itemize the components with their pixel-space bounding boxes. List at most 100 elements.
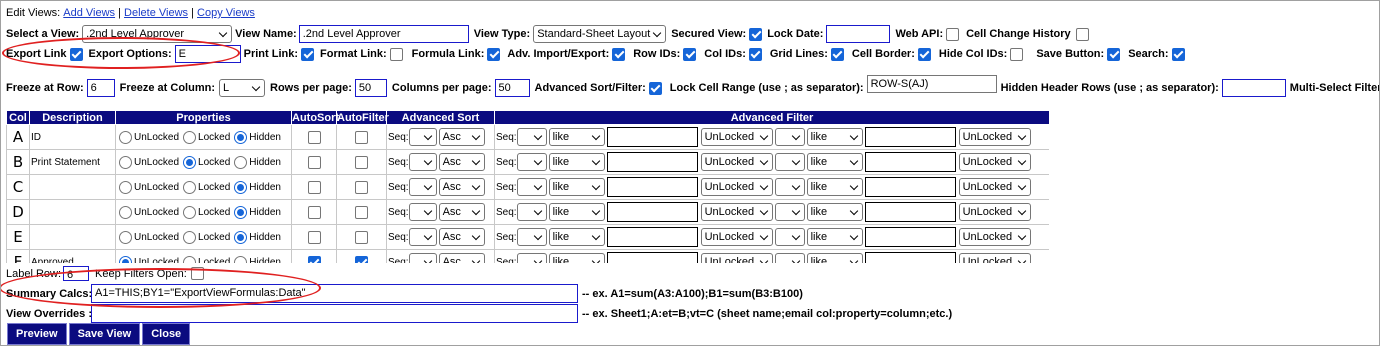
cell-border-checkbox[interactable] bbox=[917, 47, 931, 61]
sort-direction-dropdown[interactable]: Asc bbox=[438, 153, 485, 171]
hidden-header-rows-input[interactable] bbox=[1221, 79, 1286, 97]
select-view-dropdown[interactable]: .2nd Level Approver bbox=[82, 25, 233, 43]
autofilter-checkbox[interactable] bbox=[355, 255, 368, 263]
radio-hidden[interactable] bbox=[234, 130, 248, 144]
rows-per-page-input[interactable]: 50 bbox=[354, 79, 387, 97]
cell-change-history-checkbox[interactable] bbox=[1075, 27, 1089, 41]
radio-locked[interactable] bbox=[183, 180, 197, 194]
filter-lock-dropdown-2[interactable]: UnLocked bbox=[958, 228, 1031, 246]
save-button-checkbox[interactable] bbox=[1107, 47, 1121, 61]
keep-filters-checkbox[interactable] bbox=[190, 267, 204, 280]
filter-value-input-1[interactable] bbox=[606, 152, 698, 172]
freeze-row-input[interactable]: 6 bbox=[86, 79, 115, 97]
autosort-checkbox[interactable] bbox=[307, 255, 321, 263]
filter-operator-dropdown-1[interactable]: like bbox=[548, 228, 605, 246]
add-views-link[interactable]: Add Views bbox=[63, 7, 115, 19]
filter-lock-dropdown-2[interactable]: UnLocked bbox=[958, 153, 1031, 171]
radio-unlocked[interactable] bbox=[119, 255, 132, 263]
filter-seq-dropdown-1[interactable] bbox=[516, 253, 547, 263]
col-ids-checkbox[interactable] bbox=[748, 47, 762, 61]
filter-value-input-2[interactable] bbox=[864, 177, 956, 197]
autosort-checkbox[interactable] bbox=[307, 230, 321, 244]
filter-lock-dropdown-2[interactable]: UnLocked bbox=[958, 203, 1031, 221]
sort-seq-dropdown[interactable] bbox=[408, 253, 437, 263]
sort-seq-dropdown[interactable] bbox=[408, 128, 437, 146]
secured-view-checkbox[interactable] bbox=[749, 27, 763, 41]
radio-locked[interactable] bbox=[183, 155, 197, 169]
sort-seq-dropdown[interactable] bbox=[408, 203, 437, 221]
radio-unlocked[interactable] bbox=[119, 130, 132, 144]
radio-unlocked[interactable] bbox=[119, 180, 132, 194]
sort-direction-dropdown[interactable]: Asc bbox=[438, 253, 485, 263]
autofilter-checkbox[interactable] bbox=[355, 130, 368, 144]
filter-lock-dropdown-1[interactable]: UnLocked bbox=[700, 153, 773, 171]
label-row-input[interactable]: 6 bbox=[63, 266, 90, 281]
filter-seq-dropdown-1[interactable] bbox=[516, 228, 547, 246]
save-view-button[interactable]: Save View bbox=[68, 323, 141, 345]
radio-locked[interactable] bbox=[183, 255, 197, 263]
filter-value-input-1[interactable] bbox=[606, 177, 698, 197]
autofilter-checkbox[interactable] bbox=[355, 230, 368, 244]
filter-lock-dropdown-1[interactable]: UnLocked bbox=[700, 128, 773, 146]
formula-link-checkbox[interactable] bbox=[487, 47, 501, 61]
autofilter-checkbox[interactable] bbox=[355, 205, 368, 219]
filter-seq-dropdown-1[interactable] bbox=[516, 178, 547, 196]
filter-seq-dropdown-2[interactable] bbox=[774, 203, 805, 221]
filter-operator-dropdown-1[interactable]: like bbox=[548, 153, 605, 171]
radio-hidden[interactable] bbox=[234, 205, 248, 219]
filter-operator-dropdown-2[interactable]: like bbox=[806, 128, 863, 146]
filter-seq-dropdown-1[interactable] bbox=[516, 128, 547, 146]
copy-views-link[interactable]: Copy Views bbox=[197, 7, 255, 19]
filter-lock-dropdown-1[interactable]: UnLocked bbox=[700, 253, 773, 263]
filter-seq-dropdown-2[interactable] bbox=[774, 178, 805, 196]
cols-per-page-input[interactable]: 50 bbox=[494, 79, 530, 97]
filter-seq-dropdown-1[interactable] bbox=[516, 153, 547, 171]
radio-unlocked[interactable] bbox=[119, 205, 132, 219]
sort-direction-dropdown[interactable]: Asc bbox=[438, 203, 485, 221]
adv-sort-filter-checkbox[interactable] bbox=[648, 81, 662, 95]
summary-calcs-input[interactable]: A1=THIS;BY1="ExportViewFormulas:Data" bbox=[91, 284, 578, 303]
sort-direction-dropdown[interactable]: Asc bbox=[438, 128, 485, 146]
filter-operator-dropdown-1[interactable]: like bbox=[548, 128, 605, 146]
filter-seq-dropdown-2[interactable] bbox=[774, 153, 805, 171]
radio-hidden[interactable] bbox=[234, 155, 248, 169]
filter-value-input-2[interactable] bbox=[864, 252, 956, 263]
filter-value-input-1[interactable] bbox=[606, 202, 698, 222]
filter-seq-dropdown-2[interactable] bbox=[774, 128, 805, 146]
sort-seq-dropdown[interactable] bbox=[408, 178, 437, 196]
grid-lines-checkbox[interactable] bbox=[830, 47, 844, 61]
radio-locked[interactable] bbox=[183, 130, 197, 144]
filter-value-input-2[interactable] bbox=[864, 202, 956, 222]
filter-lock-dropdown-2[interactable]: UnLocked bbox=[958, 253, 1031, 263]
filter-lock-dropdown-1[interactable]: UnLocked bbox=[700, 178, 773, 196]
filter-operator-dropdown-1[interactable]: like bbox=[548, 203, 605, 221]
filter-value-input-1[interactable] bbox=[606, 127, 698, 147]
radio-unlocked[interactable] bbox=[119, 230, 132, 244]
radio-hidden[interactable] bbox=[234, 255, 248, 263]
adv-import-export-checkbox[interactable] bbox=[612, 47, 626, 61]
autosort-checkbox[interactable] bbox=[307, 130, 321, 144]
autofilter-checkbox[interactable] bbox=[355, 180, 368, 194]
lock-cell-range-textarea[interactable]: ROW-S(AJ) bbox=[866, 75, 997, 93]
filter-lock-dropdown-1[interactable]: UnLocked bbox=[700, 203, 773, 221]
radio-hidden[interactable] bbox=[234, 180, 248, 194]
autofilter-checkbox[interactable] bbox=[355, 155, 368, 169]
filter-value-input-2[interactable] bbox=[864, 152, 956, 172]
autosort-checkbox[interactable] bbox=[307, 180, 321, 194]
print-link-checkbox[interactable] bbox=[301, 47, 315, 61]
view-type-dropdown[interactable]: Standard-Sheet Layout bbox=[533, 25, 667, 43]
filter-seq-dropdown-2[interactable] bbox=[774, 253, 805, 263]
sort-seq-dropdown[interactable] bbox=[408, 228, 437, 246]
autosort-checkbox[interactable] bbox=[307, 155, 321, 169]
close-button[interactable]: Close bbox=[142, 323, 191, 345]
search-checkbox[interactable] bbox=[1171, 47, 1185, 61]
freeze-col-dropdown[interactable]: L bbox=[219, 79, 265, 97]
filter-operator-dropdown-2[interactable]: like bbox=[806, 153, 863, 171]
sort-direction-dropdown[interactable]: Asc bbox=[438, 178, 485, 196]
sort-direction-dropdown[interactable]: Asc bbox=[438, 228, 485, 246]
filter-operator-dropdown-2[interactable]: like bbox=[806, 178, 863, 196]
radio-unlocked[interactable] bbox=[119, 155, 132, 169]
filter-operator-dropdown-1[interactable]: like bbox=[548, 178, 605, 196]
view-name-input[interactable]: .2nd Level Approver bbox=[298, 25, 469, 43]
view-overrides-input[interactable] bbox=[91, 304, 578, 323]
